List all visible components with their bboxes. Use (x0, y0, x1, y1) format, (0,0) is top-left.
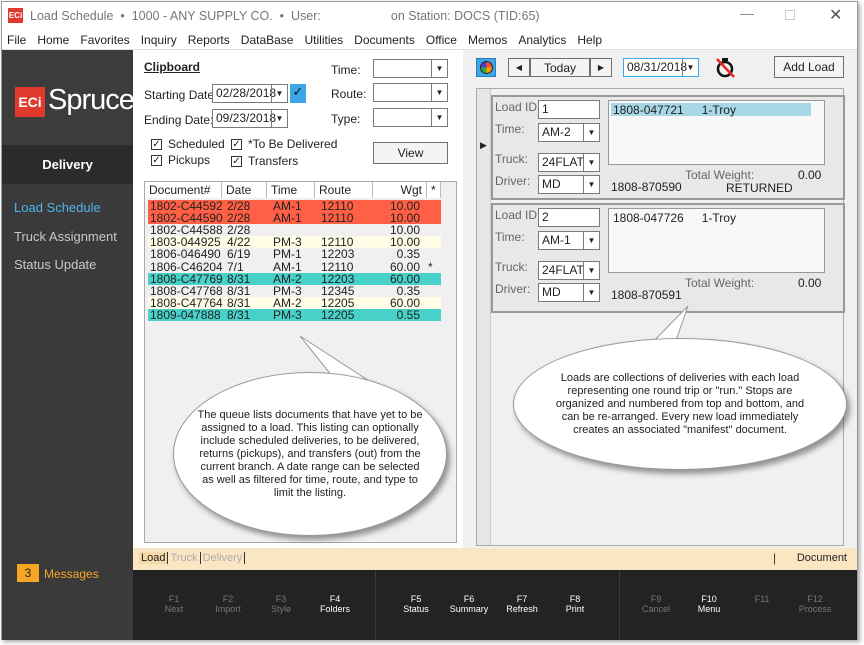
callout-tails (299, 305, 689, 393)
queue-callout: The queue lists documents that have yet … (173, 372, 447, 536)
queue-callout-text: The queue lists documents that have yet … (197, 408, 423, 499)
loads-callout: Loads are collections of deliveries with… (513, 338, 847, 470)
loads-callout-text: Loads are collections of deliveries with… (555, 371, 805, 436)
